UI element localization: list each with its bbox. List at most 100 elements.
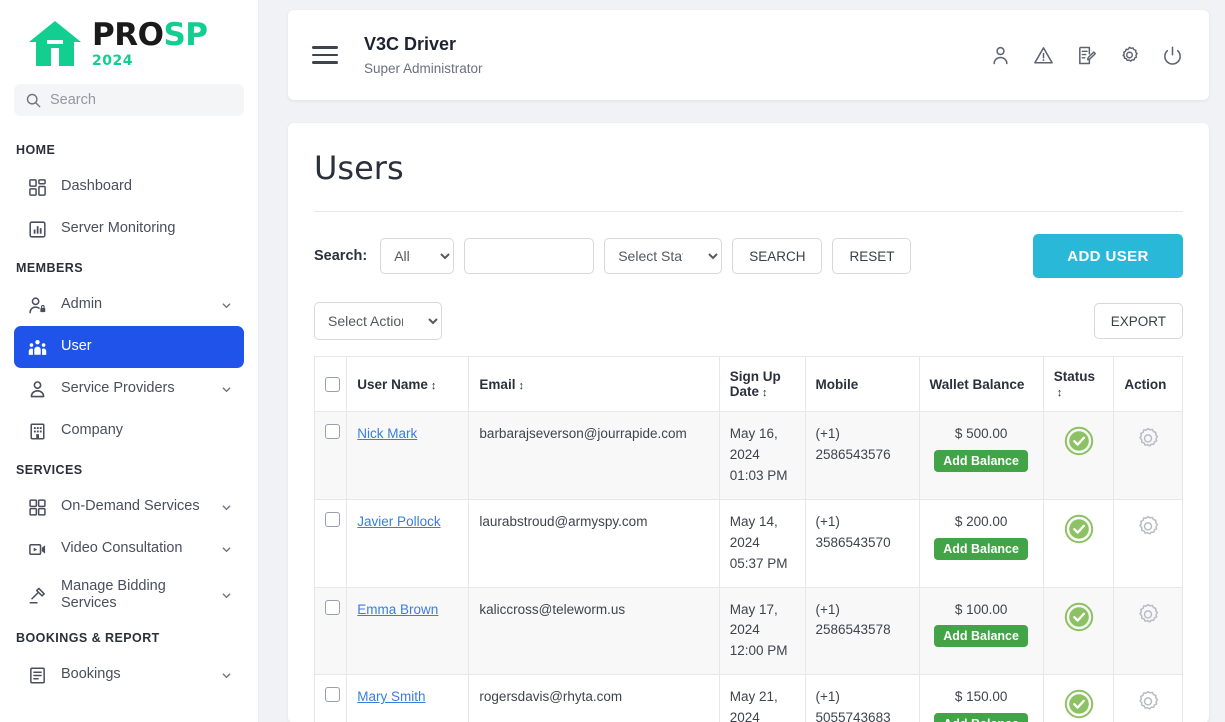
- row-checkbox[interactable]: [325, 511, 340, 527]
- col-label: Sign Up Date: [729, 369, 781, 399]
- add-user-button[interactable]: ADD USER: [1033, 234, 1183, 278]
- sidebar: PROSP 2024 Search HOME Dashboard Server …: [0, 0, 259, 722]
- sidebar-item-admin[interactable]: Admin: [14, 284, 244, 326]
- wallet-amount: $ 500.00: [954, 426, 1008, 441]
- alert-icon[interactable]: [1033, 45, 1054, 66]
- row-select-cell: [313, 498, 348, 588]
- bulk-action-select[interactable]: Select Action: [314, 302, 442, 340]
- add-balance-button[interactable]: Add Balance: [934, 713, 1028, 722]
- app-logo[interactable]: PROSP 2024: [0, 0, 258, 78]
- sidebar-item-user[interactable]: User: [14, 326, 244, 368]
- table-row: Emma Brown kaliccross@teleworm.us May 17…: [313, 586, 1183, 676]
- row-action: [1113, 411, 1183, 500]
- sidebar-item-on-demand-services[interactable]: On-Demand Services: [14, 486, 244, 528]
- col-label: Status: [1053, 369, 1095, 384]
- col-signup-date[interactable]: Sign Up Date ↕: [718, 356, 806, 412]
- settings-gear-icon[interactable]: [1135, 602, 1161, 628]
- settings-icon[interactable]: [1119, 45, 1140, 66]
- row-wallet: $ 500.00 Add Balance: [918, 411, 1044, 500]
- search-input[interactable]: [464, 238, 595, 274]
- user-name-link[interactable]: Mary Smith: [357, 689, 425, 704]
- col-wallet-balance: Wallet Balance: [918, 356, 1044, 412]
- search-button[interactable]: SEARCH: [732, 238, 823, 274]
- chevron-down-icon: [222, 546, 231, 552]
- row-select-cell: [313, 674, 348, 722]
- select-all-checkbox[interactable]: [325, 376, 340, 392]
- row-signup-date: May 17, 2024 12:00 PM: [718, 586, 806, 676]
- row-user-name: Mary Smith: [346, 674, 470, 722]
- settings-gear-icon[interactable]: [1135, 689, 1161, 715]
- row-select-cell: [313, 411, 348, 500]
- users-table: User Name ↕ Email ↕ Sign Up Date ↕ Mobile W…: [313, 356, 1183, 722]
- row-status: [1042, 586, 1115, 676]
- user-name-link[interactable]: Javier Pollock: [357, 514, 440, 529]
- search-type-select[interactable]: All: [380, 238, 455, 274]
- chevron-down-icon: [222, 672, 231, 678]
- power-icon[interactable]: [1162, 45, 1183, 66]
- sidebar-search[interactable]: Search: [14, 84, 244, 116]
- row-wallet: $ 100.00 Add Balance: [918, 586, 1044, 676]
- hamburger-menu-icon[interactable]: [312, 41, 338, 68]
- add-balance-button[interactable]: Add Balance: [934, 449, 1028, 472]
- sidebar-item-service-providers[interactable]: Service Providers: [14, 368, 244, 410]
- row-email: laurabstroud@armyspy.com: [468, 498, 720, 588]
- settings-gear-icon[interactable]: [1135, 514, 1161, 540]
- row-checkbox[interactable]: [325, 424, 340, 439]
- nav-section-home: HOME: [16, 143, 56, 157]
- header-titles: V3C Driver Super Administrator: [364, 34, 990, 76]
- nav-section-services: SERVICES: [16, 463, 83, 477]
- status-active-icon[interactable]: [1064, 426, 1094, 456]
- row-user-name: Javier Pollock: [346, 498, 470, 588]
- user-name-link[interactable]: Nick Mark: [357, 426, 417, 441]
- sidebar-item-server-monitoring[interactable]: Server Monitoring: [14, 208, 244, 250]
- header-title: V3C Driver: [364, 34, 457, 54]
- profile-icon[interactable]: [990, 45, 1011, 66]
- row-signup-date: May 21, 2024 04:50 PM: [718, 674, 806, 722]
- sidebar-item-company[interactable]: Company: [14, 410, 244, 452]
- sidebar-item-label: Dashboard: [61, 178, 132, 195]
- grid-icon: [29, 178, 46, 196]
- sidebar-item-dashboard[interactable]: Dashboard: [14, 166, 244, 208]
- row-signup-date: May 16, 2024 01:03 PM: [718, 411, 806, 500]
- row-checkbox[interactable]: [325, 599, 340, 615]
- col-status[interactable]: Status ↕: [1042, 356, 1115, 412]
- sidebar-item-label: Server Monitoring: [61, 220, 176, 237]
- row-mobile: (+1) 2586543578: [804, 586, 920, 676]
- reset-button[interactable]: RESET: [832, 238, 912, 274]
- users-group-icon: [28, 339, 47, 355]
- col-action: Action: [1113, 356, 1183, 412]
- main-content: V3C Driver Super Administrator Users Sea…: [259, 0, 1225, 722]
- row-checkbox[interactable]: [325, 687, 340, 703]
- app-root: PROSP 2024 Search HOME Dashboard Server …: [0, 0, 1225, 722]
- sidebar-item-bookings[interactable]: Bookings: [14, 654, 244, 696]
- sort-icon: ↕: [518, 379, 524, 392]
- status-active-icon[interactable]: [1064, 602, 1094, 632]
- row-select-cell: [313, 586, 348, 676]
- sort-icon: ↕: [430, 379, 437, 392]
- col-label: User Name: [357, 376, 428, 392]
- status-active-icon[interactable]: [1064, 514, 1094, 544]
- row-user-name: Nick Mark: [346, 411, 470, 500]
- wallet-amount: $ 200.00: [954, 513, 1008, 529]
- col-email[interactable]: Email ↕: [468, 356, 720, 412]
- add-balance-button[interactable]: Add Balance: [934, 537, 1028, 560]
- logo-text-pro: PRO: [92, 17, 164, 53]
- users-table-head: User Name ↕ Email ↕ Sign Up Date ↕ Mobile W…: [313, 356, 1183, 412]
- status-active-icon[interactable]: [1064, 689, 1094, 719]
- settings-gear-icon[interactable]: [1135, 426, 1161, 452]
- table-row: Mary Smith rogersdavis@rhyta.com May 21,…: [313, 674, 1183, 722]
- status-select[interactable]: Select Status: [604, 238, 723, 274]
- sidebar-item-video-consultation[interactable]: Video Consultation: [14, 528, 244, 570]
- chevron-down-icon: [222, 302, 231, 308]
- logo-year: 2024: [92, 53, 133, 69]
- user-name-link[interactable]: Emma Brown: [357, 602, 438, 617]
- sidebar-search-placeholder: Search: [50, 92, 96, 108]
- edit-document-icon[interactable]: [1076, 45, 1097, 66]
- sidebar-item-label: On-Demand Services: [61, 498, 200, 515]
- col-user-name[interactable]: User Name ↕: [346, 356, 470, 412]
- sidebar-item-label: Admin: [61, 296, 103, 313]
- export-button[interactable]: EXPORT: [1093, 303, 1183, 339]
- sidebar-item-manage-bidding-services[interactable]: Manage Bidding Services: [14, 570, 244, 620]
- sidebar-item-label: Company: [61, 422, 124, 439]
- add-balance-button[interactable]: Add Balance: [934, 625, 1028, 648]
